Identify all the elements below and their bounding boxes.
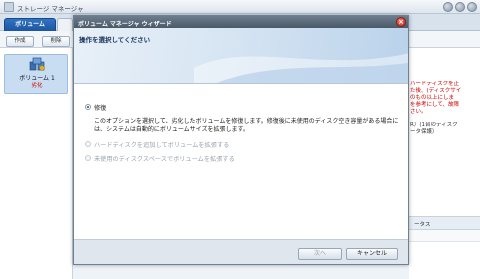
tab-second[interactable]: [57, 18, 73, 31]
dialog-close-icon[interactable]: ×: [396, 17, 406, 27]
storage-manager-icon: [4, 2, 14, 12]
minimize-icon[interactable]: [455, 2, 465, 12]
repair-option-label[interactable]: 修復: [94, 103, 106, 112]
help-icon[interactable]: [443, 2, 453, 12]
close-window-icon[interactable]: [467, 2, 477, 12]
volume-manager-wizard-dialog: ボリューム マネージャ ウィザード × 操作を選択してください 修復 このオプシ…: [73, 15, 409, 265]
dialog-header: 操作を選択してください: [74, 28, 408, 84]
volume-icon: [29, 57, 45, 71]
dialog-title: ボリューム マネージャ ウィザード: [78, 20, 172, 28]
degraded-warning-text: ハードディスクを正 た後、(ディスクサイ のもの以上にしま を参考にして、故障 …: [410, 81, 462, 115]
unused-space-expand-option-label[interactable]: 未使用のディスクスペースでボリュームを拡張する: [94, 154, 235, 163]
add-disk-expand-option-label[interactable]: ハードディスクを追加してボリュームを拡張する: [94, 140, 229, 149]
raid-info-text: R）(1台のディスク ータ保護）: [410, 122, 458, 135]
dialog-titlebar: ボリューム マネージャ ウィザード ×: [74, 16, 408, 28]
create-button[interactable]: 作成: [6, 36, 34, 47]
disk-status-column-header: ータス: [414, 222, 431, 228]
volume-list-panel: ボリューム 1 劣化: [0, 48, 73, 279]
cancel-button[interactable]: キャンセル: [346, 248, 398, 260]
dialog-body: 修復 このオプションを選択して、劣化したボリュームを修復します。修復後に未使用の…: [74, 84, 408, 239]
add-disk-expand-radio[interactable]: [85, 141, 91, 147]
repair-option-description: このオプションを選択して、劣化したボリュームを修復します。修復後に未使用のディス…: [94, 118, 399, 133]
table-row: [409, 230, 480, 242]
dialog-footer: 次へ キャンセル: [74, 239, 408, 264]
next-button[interactable]: 次へ: [298, 248, 342, 260]
unused-space-expand-radio[interactable]: [85, 155, 91, 161]
dialog-instruction: 操作を選択してください: [79, 36, 151, 44]
delete-button[interactable]: 削除: [42, 36, 70, 47]
app-title: ストレージ マネージャ: [17, 5, 84, 13]
volume-status: 劣化: [31, 83, 43, 89]
header-swoosh-graphic: [194, 53, 408, 83]
volume-list-item[interactable]: ボリューム 1 劣化: [4, 54, 68, 94]
tab-volume[interactable]: ボリューム: [4, 18, 56, 31]
app-titlebar: ストレージ マネージャ: [0, 0, 480, 14]
repair-radio[interactable]: [85, 104, 91, 110]
